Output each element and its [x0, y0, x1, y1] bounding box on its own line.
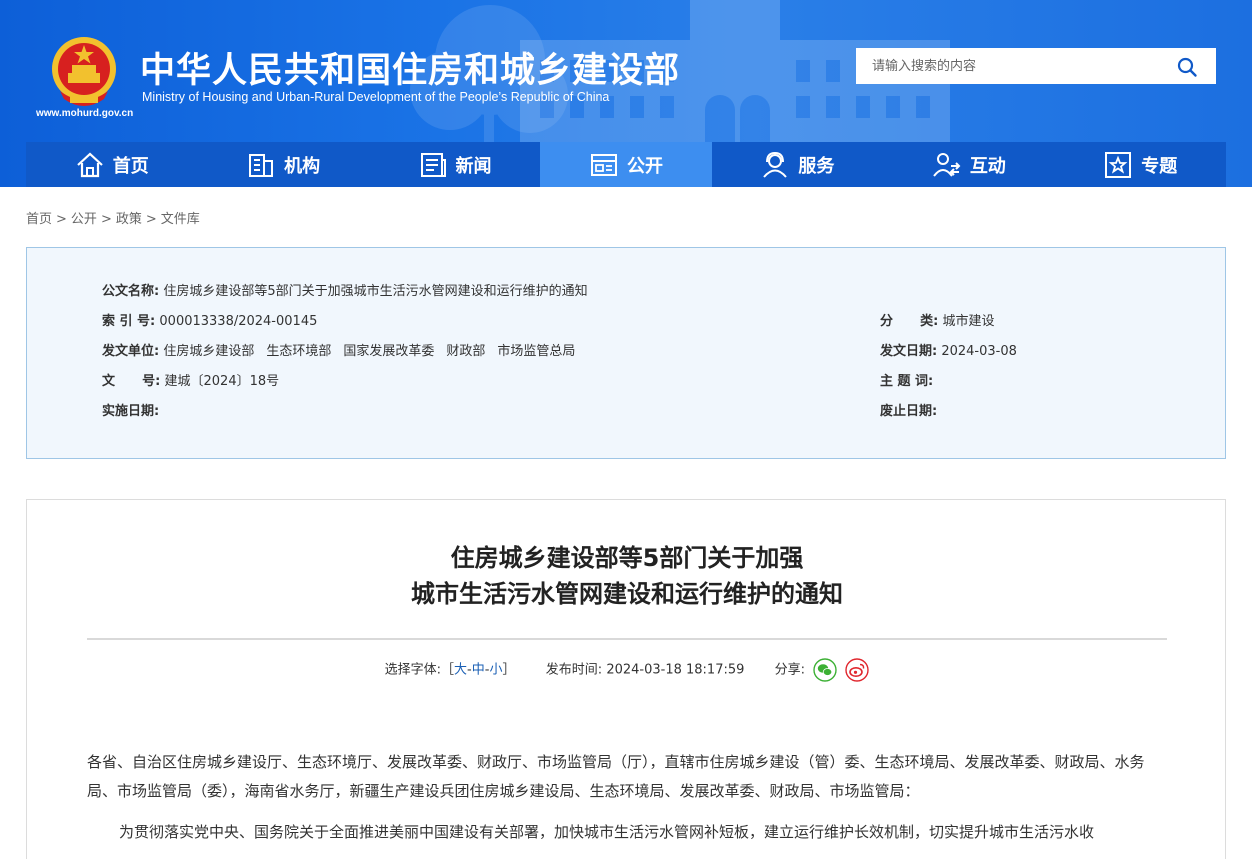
- font-size-close: ］: [502, 662, 516, 678]
- nav-item-home[interactable]: 首页: [26, 142, 197, 187]
- service-icon: [763, 151, 788, 178]
- info-label: 实施日期:: [102, 404, 160, 419]
- publish-time: 2024-03-18 18:17:59: [606, 662, 745, 678]
- news-icon: [420, 152, 446, 177]
- nav-label: 服务: [798, 155, 835, 177]
- info-label: 公文名称:: [102, 284, 160, 299]
- nav-label: 机构: [284, 155, 321, 177]
- info-issuer: 发文单位: 住房城乡建设部 生态环境部 国家发展改革委 财政部 市场监管总局: [102, 340, 587, 359]
- issuer-item: 住房城乡建设部: [163, 344, 255, 359]
- nav-item-topic[interactable]: 专题: [1055, 142, 1226, 187]
- main-nav: 首页 机构 新闻 公开 服务 互动 专题: [26, 142, 1226, 187]
- info-index-number: 索 引 号: 000013338/2024-00145: [102, 310, 317, 329]
- info-label: 发文日期:: [880, 344, 938, 359]
- nav-item-news[interactable]: 新闻: [369, 142, 540, 187]
- document-info-box: 公文名称: 住房城乡建设部等5部门关于加强城市生活污水管网建设和运行维护的通知 …: [26, 247, 1226, 459]
- font-size-label: 选择字体:［: [384, 662, 455, 678]
- info-label: 索 引 号:: [102, 314, 156, 329]
- breadcrumb-home[interactable]: 首页: [26, 212, 52, 227]
- breadcrumb-file-library[interactable]: 文件库: [161, 212, 200, 227]
- issuer-item: 市场监管总局: [497, 344, 576, 359]
- info-value: 建城〔2024〕18号: [164, 374, 280, 389]
- breadcrumb: 首页 > 公开 > 政策 > 文件库: [26, 208, 200, 227]
- site-header: 中华人民共和国住房和城乡建设部 Ministry of Housing and …: [0, 0, 1252, 187]
- info-label: 发文单位:: [102, 344, 160, 359]
- nav-label: 专题: [1141, 155, 1178, 177]
- breadcrumb-open[interactable]: 公开: [71, 212, 97, 227]
- article-title: 住房城乡建设部等5部门关于加强 城市生活污水管网建设和运行维护的通知: [27, 540, 1227, 612]
- wechat-share-icon[interactable]: [813, 658, 837, 682]
- nav-label: 新闻: [455, 155, 492, 177]
- info-label: 文 号:: [102, 374, 161, 389]
- breadcrumb-policy[interactable]: 政策: [116, 212, 142, 227]
- article-meta: 选择字体:［大-中-小］ 发布时间: 2024-03-18 18:17:59 分…: [27, 658, 1227, 682]
- national-emblem-logo: [52, 37, 116, 106]
- site-subtitle: Ministry of Housing and Urban-Rural Deve…: [142, 90, 610, 104]
- breadcrumb-separator: >: [56, 212, 67, 227]
- info-keywords: 主 题 词:: [880, 370, 933, 389]
- nav-item-org[interactable]: 机构: [197, 142, 368, 187]
- nav-item-interaction[interactable]: 互动: [883, 142, 1054, 187]
- info-value: 城市建设: [942, 314, 995, 329]
- open-info-icon: [590, 153, 617, 176]
- font-size-small-link[interactable]: 小: [489, 663, 502, 678]
- site-url: www.mohurd.gov.cn: [36, 108, 134, 119]
- info-label: 主 题 词:: [880, 374, 934, 389]
- info-label: 分 类:: [880, 314, 939, 329]
- info-issue-date: 发文日期: 2024-03-08: [880, 340, 1017, 359]
- share-label: 分享:: [774, 662, 806, 678]
- info-value: 2024-03-08: [941, 344, 1017, 359]
- info-effective-date: 实施日期:: [102, 400, 159, 419]
- issuer-item: 生态环境部: [266, 344, 332, 359]
- info-label: 废止日期:: [880, 404, 938, 419]
- nav-item-service[interactable]: 服务: [712, 142, 883, 187]
- nav-label: 首页: [112, 155, 149, 177]
- font-size-medium-link[interactable]: 中: [472, 663, 485, 678]
- weibo-share-icon[interactable]: [845, 658, 870, 682]
- info-value: 住房城乡建设部等5部门关于加强城市生活污水管网建设和运行维护的通知: [163, 284, 588, 299]
- info-expiry-date: 废止日期:: [880, 400, 937, 419]
- home-icon: [76, 152, 103, 177]
- info-value: 000013338/2024-00145: [159, 314, 318, 329]
- search-box: [856, 48, 1216, 84]
- building-icon: [249, 153, 274, 177]
- breadcrumb-separator: >: [100, 212, 112, 227]
- article-paragraph: 各省、自治区住房城乡建设厅、生态环境厅、发展改革委、财政厅、市场监管局（厅），直…: [87, 753, 1145, 800]
- article-container: 住房城乡建设部等5部门关于加强 城市生活污水管网建设和运行维护的通知 选择字体:…: [26, 499, 1226, 859]
- nav-label: 公开: [626, 155, 663, 177]
- font-size-large-link[interactable]: 大: [454, 663, 467, 678]
- nav-item-open[interactable]: 公开: [540, 142, 712, 187]
- site-title: 中华人民共和国住房和城乡建设部: [140, 51, 681, 91]
- title-divider: [87, 638, 1167, 640]
- article-title-line2: 城市生活污水管网建设和运行维护的通知: [411, 580, 843, 608]
- issuer-item: 财政部: [446, 344, 486, 359]
- info-doc-name: 公文名称: 住房城乡建设部等5部门关于加强城市生活污水管网建设和运行维护的通知: [102, 280, 588, 299]
- nav-label: 互动: [969, 155, 1006, 177]
- info-doc-number: 文 号: 建城〔2024〕18号: [102, 370, 279, 389]
- search-input[interactable]: [856, 48, 1166, 84]
- article-title-line1: 住房城乡建设部等5部门关于加强: [450, 544, 804, 572]
- issuer-item: 国家发展改革委: [343, 344, 435, 359]
- topic-star-icon: [1105, 151, 1132, 178]
- article-paragraph: 为贯彻落实党中央、国务院关于全面推进美丽中国建设有关部署，加快城市生活污水管网补…: [119, 823, 1095, 841]
- publish-label: 发布时间:: [545, 662, 603, 678]
- interaction-icon: [933, 152, 961, 177]
- breadcrumb-separator: >: [145, 212, 157, 227]
- search-icon[interactable]: [1176, 56, 1198, 78]
- font-size-selector: 选择字体:［大-中-小］: [385, 663, 520, 678]
- info-category: 分 类: 城市建设: [880, 310, 995, 329]
- article-body: 各省、自治区住房城乡建设厅、生态环境厅、发展改革委、财政厅、市场监管局（厅），直…: [87, 748, 1169, 859]
